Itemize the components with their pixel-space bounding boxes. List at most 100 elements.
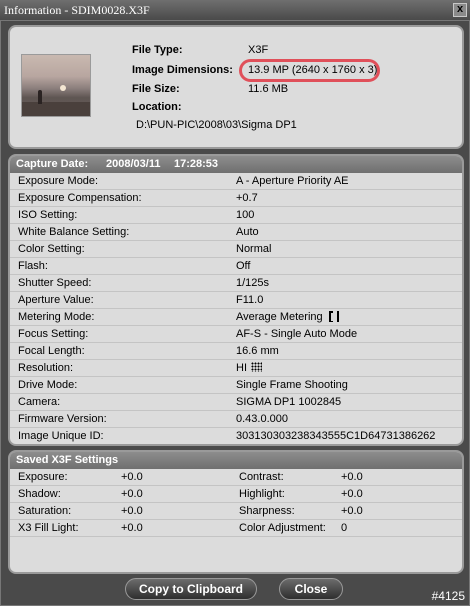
row-label: Metering Mode: — [18, 311, 95, 323]
row-label: Resolution: — [18, 362, 74, 374]
setting-value: +0.0 — [341, 488, 363, 500]
table-row: Color Setting: Normal — [10, 241, 462, 258]
setting-label: Exposure: — [18, 471, 68, 483]
row-value-with-icon: HI — [236, 360, 262, 376]
setting-label: Highlight: — [239, 488, 285, 500]
row-value: 1/125s — [236, 277, 270, 289]
row-value: 0.43.0.000 — [236, 413, 288, 425]
row-label: Flash: — [18, 260, 48, 272]
table-row: Metering Mode: Average Metering — [10, 309, 462, 326]
sun-shape — [60, 85, 66, 91]
setting-label: Sharpness: — [239, 505, 295, 517]
row-label: Color Setting: — [18, 243, 85, 255]
saved-rows: Exposure: +0.0 Contrast: +0.0 Shadow: +0… — [10, 469, 462, 537]
title-bar: Information - SDIM0028.X3F x — [0, 0, 470, 20]
row-label: White Balance Setting: — [18, 226, 130, 238]
setting-label: Saturation: — [18, 505, 72, 517]
row-label: ISO Setting: — [18, 209, 78, 221]
table-row: Saturation: +0.0 Sharpness: +0.0 — [10, 503, 462, 520]
row-label: Image Unique ID: — [18, 430, 104, 442]
saved-settings-panel: Saved X3F Settings Exposure: +0.0 Contra… — [8, 450, 464, 574]
dialog-body: File Type: X3F Image Dimensions: 13.9 MP… — [0, 20, 470, 606]
copy-to-clipboard-button[interactable]: Copy to Clipboard — [125, 578, 257, 600]
location-value: D:\PUN-PIC\2008\03\Sigma DP1 — [136, 119, 297, 131]
row-value: AF-S - Single Auto Mode — [236, 328, 358, 340]
setting-label: Shadow: — [18, 488, 61, 500]
row-value: 16.6 mm — [236, 345, 279, 357]
table-row: Shutter Speed: 1/125s — [10, 275, 462, 292]
setting-value: 0 — [341, 522, 348, 534]
capture-panel: Capture Date: 2008/03/11 17:28:53 Exposu… — [8, 154, 464, 446]
row-value: 100 — [236, 209, 255, 221]
setting-value: +0.0 — [341, 505, 363, 517]
watermark-text: #4125 — [431, 589, 465, 603]
row-value: Off — [236, 260, 251, 272]
window-title: Information - SDIM0028.X3F — [4, 3, 150, 17]
resolution-hi-icon — [251, 362, 262, 372]
setting-value: +0.0 — [121, 471, 143, 483]
table-row: Camera: SIGMA DP1 1002845 — [10, 394, 462, 411]
setting-value: +0.0 — [121, 488, 143, 500]
file-info-panel: File Type: X3F Image Dimensions: 13.9 MP… — [8, 25, 464, 149]
table-row: Exposure Mode: A - Aperture Priority AE — [10, 173, 462, 190]
row-value: Normal — [236, 243, 272, 255]
row-label: Exposure Mode: — [18, 175, 99, 187]
table-row: Resolution: HI — [10, 360, 462, 377]
saved-settings-header: Saved X3F Settings — [10, 452, 462, 469]
row-value: 303130303238343555C1D64731386262 — [236, 430, 436, 442]
file-size-label: File Size: — [132, 83, 180, 95]
capture-header: Capture Date: 2008/03/11 17:28:53 — [10, 156, 462, 173]
table-row: Exposure Compensation: +0.7 — [10, 190, 462, 207]
file-type-value: X3F — [248, 44, 269, 56]
table-row: Image Unique ID: 303130303238343555C1D647… — [10, 428, 462, 444]
row-label: Firmware Version: — [18, 413, 107, 425]
image-dimensions-label: Image Dimensions: — [132, 64, 233, 76]
file-size-value: 11.6 MB — [248, 83, 289, 95]
close-icon[interactable]: x — [453, 3, 467, 17]
location-label: Location: — [132, 101, 182, 113]
row-label: Aperture Value: — [18, 294, 94, 306]
highlight-ring — [239, 59, 380, 82]
setting-value: +0.0 — [121, 505, 143, 517]
capture-date: 2008/03/11 — [106, 158, 161, 170]
row-value: Single Frame Shooting — [236, 379, 348, 391]
row-label: Shutter Speed: — [18, 277, 92, 289]
table-row: Shadow: +0.0 Highlight: +0.0 — [10, 486, 462, 503]
setting-label: Contrast: — [239, 471, 284, 483]
table-row: ISO Setting: 100 — [10, 207, 462, 224]
table-row: Firmware Version: 0.43.0.000 — [10, 411, 462, 428]
capture-rows: Exposure Mode: A - Aperture Priority AE E… — [10, 173, 462, 444]
average-metering-icon — [328, 311, 339, 322]
table-row: Flash: Off — [10, 258, 462, 275]
shore-shape — [22, 102, 90, 116]
table-row: Drive Mode: Single Frame Shooting — [10, 377, 462, 394]
row-value: HI — [236, 362, 247, 374]
setting-value: +0.0 — [121, 522, 143, 534]
row-label: Camera: — [18, 396, 61, 408]
table-row: Aperture Value: F11.0 — [10, 292, 462, 309]
setting-value: +0.0 — [341, 471, 363, 483]
image-thumbnail — [21, 54, 91, 117]
close-button[interactable]: Close — [279, 578, 343, 600]
row-value: Average Metering — [236, 311, 323, 323]
table-row: Focus Setting: AF-S - Single Auto Mode — [10, 326, 462, 343]
table-row: X3 Fill Light: +0.0 Color Adjustment: 0 — [10, 520, 462, 537]
capture-date-label: Capture Date: — [16, 158, 89, 170]
capture-time: 17:28:53 — [174, 158, 219, 170]
setting-label: Color Adjustment: — [239, 522, 326, 534]
row-label: Exposure Compensation: — [18, 192, 142, 204]
setting-label: X3 Fill Light: — [18, 522, 79, 534]
row-value: F11.0 — [236, 294, 264, 306]
table-row: White Balance Setting: Auto — [10, 224, 462, 241]
row-value: Auto — [236, 226, 259, 238]
row-label: Drive Mode: — [18, 379, 78, 391]
row-value: SIGMA DP1 1002845 — [236, 396, 342, 408]
table-row: Focal Length: 16.6 mm — [10, 343, 462, 360]
row-value: A - Aperture Priority AE — [236, 175, 349, 187]
row-label: Focus Setting: — [18, 328, 89, 340]
row-value-with-icon: Average Metering — [236, 309, 339, 325]
person-silhouette — [38, 90, 42, 104]
row-label: Focal Length: — [18, 345, 85, 357]
file-type-label: File Type: — [132, 44, 183, 56]
table-row: Exposure: +0.0 Contrast: +0.0 — [10, 469, 462, 486]
